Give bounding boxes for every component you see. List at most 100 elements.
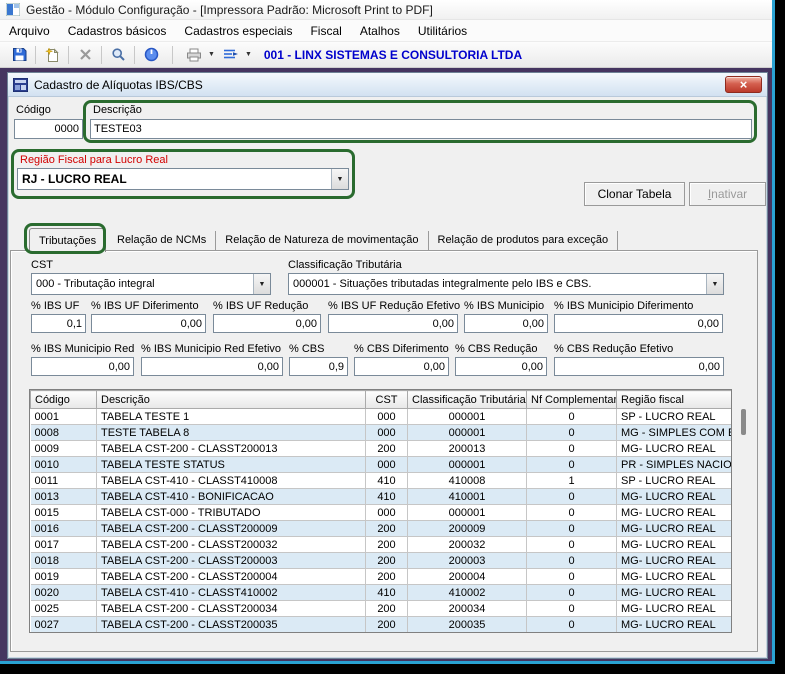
save-button[interactable] <box>6 44 32 66</box>
ibs-municipio-diferimento-input[interactable] <box>554 314 723 333</box>
cbs-label: % CBS <box>289 343 348 355</box>
cell-classificacao: 000001 <box>408 505 527 521</box>
delete-button[interactable] <box>72 44 98 66</box>
classificacao-label: Classificação Tributária <box>288 259 402 271</box>
chevron-down-icon[interactable]: ▼ <box>706 274 723 294</box>
new-record-button[interactable] <box>39 44 65 66</box>
dialog-cadastro-aliquotas: Cadastro de Alíquotas IBS/CBS × Código D… <box>7 72 768 659</box>
grid-scrollbar-thumb[interactable] <box>741 409 746 435</box>
col-header-regiao-fiscal[interactable]: Região fiscal <box>617 391 733 409</box>
table-row[interactable]: 0025TABELA CST-200 - CLASST2000342002000… <box>31 601 733 617</box>
cell-nf-complementar: 0 <box>527 425 617 441</box>
cbs-reducao-efetivo-input[interactable] <box>554 357 724 376</box>
tab-tributacoes[interactable]: Tributações <box>29 228 106 252</box>
clonar-tabela-button[interactable]: Clonar Tabela <box>584 182 685 206</box>
table-row[interactable]: 0027TABELA CST-200 - CLASST2000352002000… <box>31 617 733 633</box>
tab-relacao-natureza[interactable]: Relação de Natureza de movimentação <box>216 231 428 251</box>
regiao-fiscal-select[interactable]: RJ - LUCRO REAL ▼ <box>17 168 349 190</box>
table-row[interactable]: 0018TABELA CST-200 - CLASST2000032002000… <box>31 553 733 569</box>
export-button[interactable] <box>218 44 244 66</box>
cell-descricao: TABELA CST-200 - CLASST200009 <box>97 521 366 537</box>
ibs-uf-reducao-input[interactable] <box>213 314 321 333</box>
table-row[interactable]: 0009TABELA CST-200 - CLASST2000132002000… <box>31 441 733 457</box>
printer-icon <box>186 48 202 62</box>
tab-relacao-produtos[interactable]: Relação de produtos para exceção <box>429 231 619 251</box>
col-header-descricao[interactable]: Descrição <box>97 391 366 409</box>
cbs-diferimento-input[interactable] <box>354 357 449 376</box>
ibs-municipio-red-label: % IBS Municipio Red <box>31 343 134 355</box>
cell-regiao-fiscal: MG - SIMPLES COM EX <box>617 425 733 441</box>
table-row[interactable]: 0017TABELA CST-200 - CLASST2000322002000… <box>31 537 733 553</box>
exit-button[interactable] <box>138 44 164 66</box>
table-row[interactable]: 0016TABELA CST-200 - CLASST2000092002000… <box>31 521 733 537</box>
table-row[interactable]: 0001TABELA TESTE 10000000010SP - LUCRO R… <box>31 409 733 425</box>
cell-regiao-fiscal: MG- LUCRO REAL <box>617 505 733 521</box>
cell-codigo: 0001 <box>31 409 97 425</box>
cell-cst: 200 <box>366 601 408 617</box>
ibs-uf-input[interactable] <box>31 314 86 333</box>
print-button[interactable] <box>181 44 207 66</box>
table-row[interactable]: 0019TABELA CST-200 - CLASST2000042002000… <box>31 569 733 585</box>
ibs-municipio-diferimento-label: % IBS Municipio Diferimento <box>554 300 723 312</box>
close-button[interactable]: × <box>725 76 762 93</box>
ibs-uf-reducao-efetivo-input[interactable] <box>328 314 458 333</box>
export-dropdown-caret[interactable]: ▼ <box>245 51 252 58</box>
table-row[interactable]: 0010TABELA TESTE STATUS0000000010PR - SI… <box>31 457 733 473</box>
col-header-codigo[interactable]: Código <box>31 391 97 409</box>
codigo-input[interactable] <box>14 119 83 139</box>
cell-codigo: 0016 <box>31 521 97 537</box>
chevron-down-icon[interactable]: ▼ <box>253 274 270 294</box>
menu-cadastros-basicos[interactable]: Cadastros básicos <box>59 21 176 41</box>
ibs-municipio-red-efetivo-input[interactable] <box>141 357 283 376</box>
ibs-municipio-label: % IBS Municipio <box>464 300 548 312</box>
toolbar-separator <box>68 46 69 64</box>
col-header-nf-complementar[interactable]: Nf Complementar <box>527 391 617 409</box>
toolbar: ▼ ▼ 001 - LINX SISTEMAS E CONSULTORIA LT… <box>0 42 772 68</box>
power-icon <box>144 47 159 62</box>
inativar-button[interactable]: Inativar <box>689 182 766 206</box>
table-row[interactable]: 0020TABELA CST-410 - CLASST4100024104100… <box>31 585 733 601</box>
cell-descricao: TABELA TESTE 1 <box>97 409 366 425</box>
menu-fiscal[interactable]: Fiscal <box>301 21 350 41</box>
chevron-down-icon[interactable]: ▼ <box>331 169 348 189</box>
app-window: Gestão - Módulo Configuração - [Impresso… <box>0 0 775 664</box>
tab-relacao-ncms[interactable]: Relação de NCMs <box>108 231 216 251</box>
table-row[interactable]: 0015TABELA CST-000 - TRIBUTADO0000000010… <box>31 505 733 521</box>
ibs-uf-diferimento-input[interactable] <box>91 314 206 333</box>
cell-descricao: TABELA CST-200 - CLASST200004 <box>97 569 366 585</box>
search-button[interactable] <box>105 44 131 66</box>
ibs-municipio-red-input[interactable] <box>31 357 134 376</box>
table-row[interactable]: 0008TESTE TABELA 80000000010MG - SIMPLES… <box>31 425 733 441</box>
ibs-municipio-input[interactable] <box>464 314 548 333</box>
cell-cst: 200 <box>366 441 408 457</box>
menu-utilitarios[interactable]: Utilitários <box>409 21 476 41</box>
cell-codigo: 0015 <box>31 505 97 521</box>
cbs-reducao-input[interactable] <box>455 357 547 376</box>
menu-arquivo[interactable]: Arquivo <box>0 21 59 41</box>
col-header-classificacao[interactable]: Classificação Tributária <box>408 391 527 409</box>
cell-codigo: 0013 <box>31 489 97 505</box>
col-header-cst[interactable]: CST <box>366 391 408 409</box>
grid-body: 0001TABELA TESTE 10000000010SP - LUCRO R… <box>31 409 733 633</box>
print-dropdown-caret[interactable]: ▼ <box>208 51 215 58</box>
cell-cst: 200 <box>366 617 408 633</box>
cell-codigo: 0018 <box>31 553 97 569</box>
descricao-input[interactable] <box>90 119 752 139</box>
menu-atalhos[interactable]: Atalhos <box>351 21 409 41</box>
cell-classificacao: 200004 <box>408 569 527 585</box>
cbs-input[interactable] <box>289 357 348 376</box>
company-name-label: 001 - LINX SISTEMAS E CONSULTORIA LTDA <box>264 48 522 62</box>
cell-regiao-fiscal: MG- LUCRO REAL <box>617 441 733 457</box>
tab-page-tributacoes: CST 000 - Tributação integral ▼ Classifi… <box>10 250 758 652</box>
menu-cadastros-especiais[interactable]: Cadastros especiais <box>175 21 301 41</box>
menu-bar: Arquivo Cadastros básicos Cadastros espe… <box>0 20 772 42</box>
cst-value: 000 - Tributação integral <box>32 278 253 290</box>
cell-codigo: 0019 <box>31 569 97 585</box>
cst-select[interactable]: 000 - Tributação integral ▼ <box>31 273 271 295</box>
cell-codigo: 0027 <box>31 617 97 633</box>
table-row[interactable]: 0011TABELA CST-410 - CLASST4100084104100… <box>31 473 733 489</box>
table-row[interactable]: 0013TABELA CST-410 - BONIFICACAO41041000… <box>31 489 733 505</box>
toolbar-separator <box>35 46 36 64</box>
classificacao-select[interactable]: 000001 - Situações tributadas integralme… <box>288 273 724 295</box>
cell-codigo: 0017 <box>31 537 97 553</box>
